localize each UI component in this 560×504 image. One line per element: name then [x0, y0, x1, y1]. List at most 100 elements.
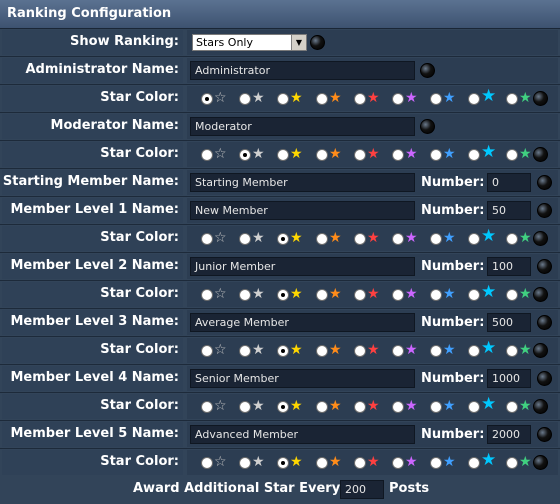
award-star-input[interactable]: 200: [340, 480, 384, 499]
help-icon[interactable]: [537, 315, 552, 330]
star-color-radio[interactable]: [468, 345, 480, 357]
star-icon: ★: [290, 230, 303, 246]
star-color-radio[interactable]: [392, 457, 404, 469]
star-color-radio[interactable]: [430, 289, 442, 301]
rank-number-label: Number:: [421, 427, 485, 442]
rank-name-input[interactable]: Moderator: [190, 117, 415, 136]
rank-number-input[interactable]: 2000: [487, 425, 531, 444]
star-color-radio[interactable]: [468, 289, 480, 301]
help-icon[interactable]: [533, 343, 548, 358]
help-icon[interactable]: [310, 35, 325, 50]
help-icon[interactable]: [533, 287, 548, 302]
star-color-radio[interactable]: [277, 457, 289, 469]
star-color-radio[interactable]: [430, 149, 442, 161]
star-color-radio[interactable]: [392, 289, 404, 301]
star-color-radio[interactable]: [506, 233, 518, 245]
star-color-radio[interactable]: [392, 233, 404, 245]
star-color-radio[interactable]: [392, 93, 404, 105]
star-icon: ★: [329, 230, 342, 246]
star-color-radio[interactable]: [354, 345, 366, 357]
star-color-radio[interactable]: [316, 233, 328, 245]
star-color-radio[interactable]: [239, 289, 251, 301]
star-color-radio[interactable]: [316, 345, 328, 357]
star-color-radio[interactable]: [392, 149, 404, 161]
rank-name-row: Starting Member Name: Starting Member Numb…: [0, 169, 560, 197]
rank-number-input[interactable]: 100: [487, 257, 531, 276]
rank-name-input[interactable]: Average Member: [190, 313, 415, 332]
star-color-radio[interactable]: [316, 289, 328, 301]
star-color-radio[interactable]: [468, 149, 480, 161]
star-color-radio[interactable]: [201, 93, 213, 105]
star-color-radio[interactable]: [430, 345, 442, 357]
star-color-radio[interactable]: [506, 345, 518, 357]
star-color-radio[interactable]: [354, 149, 366, 161]
star-color-radio[interactable]: [277, 401, 289, 413]
star-color-radio[interactable]: [201, 289, 213, 301]
star-color-radio[interactable]: [506, 457, 518, 469]
star-color-radio[interactable]: [277, 233, 289, 245]
star-color-radio[interactable]: [239, 233, 251, 245]
help-icon[interactable]: [533, 91, 548, 106]
help-icon[interactable]: [537, 259, 552, 274]
rank-number-input[interactable]: 0: [487, 173, 531, 192]
help-icon[interactable]: [533, 147, 548, 162]
star-color-radio[interactable]: [201, 233, 213, 245]
star-color-radio[interactable]: [316, 93, 328, 105]
rank-name-input[interactable]: Starting Member: [190, 173, 415, 192]
star-color-radio[interactable]: [354, 401, 366, 413]
help-icon[interactable]: [537, 427, 552, 442]
show-ranking-select[interactable]: Stars Only ▼: [192, 34, 307, 51]
rank-name-input[interactable]: Advanced Member: [190, 425, 415, 444]
help-icon[interactable]: [533, 399, 548, 414]
help-icon[interactable]: [533, 455, 548, 470]
star-color-radio[interactable]: [239, 93, 251, 105]
rank-name-input[interactable]: Senior Member: [190, 369, 415, 388]
star-color-radio[interactable]: [392, 401, 404, 413]
star-color-radio[interactable]: [316, 149, 328, 161]
help-icon[interactable]: [420, 63, 435, 78]
help-icon[interactable]: [537, 371, 552, 386]
rank-name-input[interactable]: Administrator: [190, 61, 415, 80]
star-color-radio[interactable]: [506, 289, 518, 301]
star-color-radio[interactable]: [354, 289, 366, 301]
star-color-radio[interactable]: [468, 93, 480, 105]
star-color-radio[interactable]: [354, 457, 366, 469]
star-color-radio[interactable]: [277, 345, 289, 357]
star-color-radio[interactable]: [239, 457, 251, 469]
rank-number-input[interactable]: 1000: [487, 369, 531, 388]
star-color-radio[interactable]: [277, 289, 289, 301]
star-color-radio[interactable]: [277, 149, 289, 161]
help-icon[interactable]: [420, 119, 435, 134]
star-color-radio[interactable]: [316, 457, 328, 469]
star-color-radio[interactable]: [239, 345, 251, 357]
star-color-radio[interactable]: [392, 345, 404, 357]
star-color-radio[interactable]: [201, 401, 213, 413]
star-color-radio[interactable]: [354, 233, 366, 245]
star-color-radio[interactable]: [506, 93, 518, 105]
star-color-radio[interactable]: [430, 457, 442, 469]
help-icon[interactable]: [533, 231, 548, 246]
help-icon[interactable]: [537, 175, 552, 190]
star-color-radio[interactable]: [316, 401, 328, 413]
star-color-radio[interactable]: [277, 93, 289, 105]
star-color-radio[interactable]: [430, 401, 442, 413]
star-color-radio[interactable]: [468, 457, 480, 469]
star-color-radio[interactable]: [430, 93, 442, 105]
star-color-radio[interactable]: [468, 233, 480, 245]
rank-name-input[interactable]: Junior Member: [190, 257, 415, 276]
star-color-radio[interactable]: [239, 401, 251, 413]
star-color-radio[interactable]: [430, 233, 442, 245]
star-color-radio[interactable]: [239, 149, 251, 161]
star-color-radio[interactable]: [201, 345, 213, 357]
star-color-radio[interactable]: [506, 149, 518, 161]
rank-number-input[interactable]: 500: [487, 313, 531, 332]
star-color-radio[interactable]: [201, 457, 213, 469]
help-icon[interactable]: [537, 203, 552, 218]
rank-number-input[interactable]: 50: [487, 201, 531, 220]
star-color-radio[interactable]: [354, 93, 366, 105]
star-color-radio[interactable]: [201, 149, 213, 161]
star-color-radio[interactable]: [506, 401, 518, 413]
rank-name-input[interactable]: New Member: [190, 201, 415, 220]
star-color-radio[interactable]: [468, 401, 480, 413]
star-icon: ★: [405, 342, 418, 358]
